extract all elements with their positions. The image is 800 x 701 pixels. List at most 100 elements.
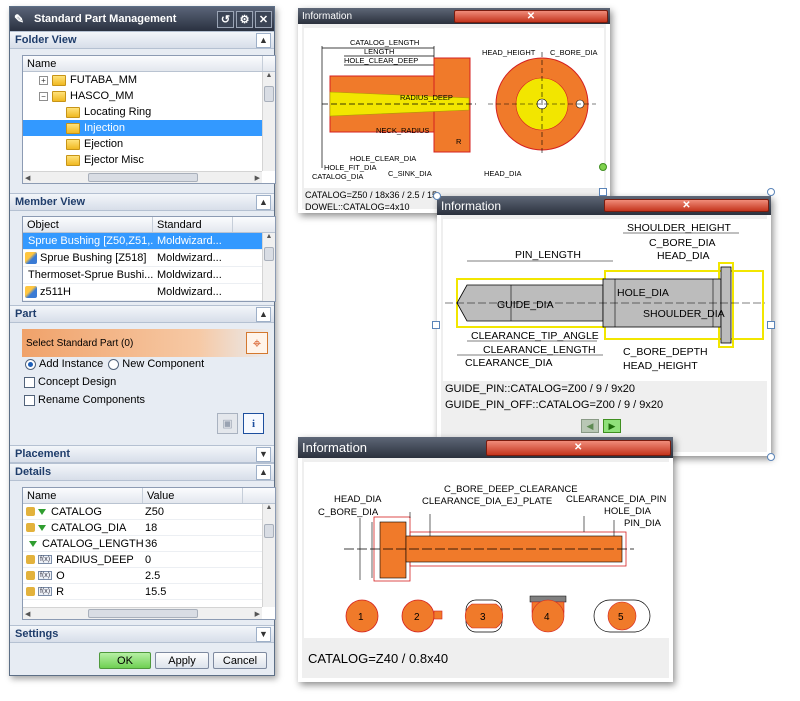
detail-value[interactable]: 36 [143,538,157,550]
tree-item-ejector-misc[interactable]: Ejector Misc [23,152,275,168]
resize-handle[interactable] [767,453,775,461]
scroll-up-icon[interactable]: ▲ [263,504,275,516]
settings-header[interactable]: Settings ▼ [10,625,274,643]
member-row[interactable]: Sprue Bushing [Z50,Z51,... Moldwizard... [23,233,262,250]
column-object[interactable]: Object [23,217,153,232]
detail-row[interactable]: CATALOG_DIA 18 [23,520,275,536]
resize-handle[interactable] [432,321,440,329]
resize-handle[interactable] [599,188,607,196]
new-component-radio[interactable]: New Component [108,358,204,370]
lock-icon[interactable] [26,555,35,564]
lock-icon[interactable] [26,523,35,532]
member-row[interactable]: z511H Moldwizard... [23,284,275,301]
close-icon[interactable]: ✕ [604,199,769,212]
scroll-thumb[interactable] [264,524,274,538]
tree-item-injection[interactable]: Injection [23,120,262,136]
detail-value[interactable]: Z50 [143,506,164,518]
tree-item-locating-ring[interactable]: Locating Ring [23,104,275,120]
detail-row[interactable]: f(x) R 15.5 [23,584,275,600]
close-icon[interactable]: ✕ [255,10,272,28]
placement-header[interactable]: Placement ▼ [10,445,274,463]
details-hscroll[interactable]: ◀ ▶ [23,607,262,619]
detail-name: R [56,585,65,598]
hscroll-thumb[interactable] [87,609,198,618]
part-header[interactable]: Part ▲ [10,305,274,323]
scroll-thumb[interactable] [264,247,274,261]
collapse-icon[interactable]: − [39,91,48,101]
chevron-up-icon[interactable]: ▲ [256,306,271,322]
resize-handle[interactable] [433,192,441,200]
chevron-down-icon[interactable]: ▼ [256,626,271,642]
column-name[interactable]: Name [23,56,263,71]
member-list[interactable]: Object Standard Sprue Bushing [Z50,Z51,.… [22,216,276,302]
resize-handle[interactable] [767,321,775,329]
expression-down-icon [38,508,46,515]
folder-hscroll[interactable]: ◀ ▶ [23,171,262,183]
member-row[interactable]: Thermoset-Sprue Bushi... Moldwizard... [23,267,275,284]
member-row[interactable]: Sprue Bushing [Z518] Moldwizard... [23,250,275,267]
label-hole-clear-dia: HOLE_CLEAR_DIA [350,154,416,163]
rename-components-checkbox[interactable]: Rename Components [24,394,145,406]
apply-button[interactable]: Apply [155,652,209,669]
gear-icon[interactable]: ⚙ [236,10,253,28]
column-value[interactable]: Value [143,488,243,503]
lock-icon[interactable] [26,587,35,596]
folder-vscroll[interactable]: ▲ [262,72,275,171]
close-icon[interactable]: ✕ [485,439,671,456]
crosshair-icon[interactable]: ⌖ [246,332,268,354]
hscroll-thumb[interactable] [87,173,198,182]
detail-value[interactable]: 18 [143,522,157,534]
concept-design-checkbox[interactable]: Concept Design [24,376,116,388]
resize-handle[interactable] [767,188,775,196]
detail-value[interactable]: 2.5 [143,570,160,582]
chevron-up-icon[interactable]: ▲ [256,194,271,210]
detail-row[interactable]: CATALOG_LENGTH 36 [23,536,275,552]
details-vscroll[interactable]: ▲ [262,504,275,607]
scroll-thumb[interactable] [264,86,274,102]
detail-value[interactable]: 0 [143,554,151,566]
scroll-left-icon[interactable]: ◀ [25,174,30,182]
lock-icon[interactable] [26,507,35,516]
tree-item-hasco[interactable]: − HASCO_MM [23,88,275,104]
detail-row[interactable]: CATALOG Z50 [23,504,275,520]
chevron-up-icon[interactable]: ▲ [256,464,271,480]
variant-3-label: 3 [480,612,486,623]
scroll-right-icon[interactable]: ▶ [255,610,260,618]
tree-item-futaba[interactable]: + FUTABA_MM [23,72,275,88]
previous-icon[interactable]: ◀ [581,419,599,433]
add-instance-radio[interactable]: Add Instance [25,358,103,370]
tree-item-label: Injection [84,122,125,134]
member-view-header[interactable]: Member View ▲ [10,193,274,211]
detail-name: RADIUS_DEEP [56,553,134,566]
folder-tree[interactable]: Name + FUTABA_MM − HASCO_MM Locating Ring … [22,55,276,184]
detail-row[interactable]: f(x) O 2.5 [23,568,275,584]
close-icon[interactable]: ✕ [454,9,608,23]
chevron-up-icon[interactable]: ▲ [256,32,271,48]
select-standard-part[interactable]: Select Standard Part (0) ⌖ [22,329,274,357]
detail-value[interactable]: 15.5 [143,586,166,598]
tree-item-label: FUTABA_MM [70,74,138,86]
part-preview-icon[interactable]: ▣ [217,413,238,434]
details-table[interactable]: Name Value CATALOG Z50 CATALOG_DIA 18 CA… [22,487,276,620]
tree-item-ejection[interactable]: Ejection [23,136,275,152]
expand-icon[interactable]: + [39,75,48,85]
cancel-button[interactable]: Cancel [213,652,267,669]
scroll-left-icon[interactable]: ◀ [25,610,30,618]
rotate-handle[interactable] [599,163,607,171]
details-header[interactable]: Details ▲ [10,463,274,481]
scroll-up-icon[interactable]: ▲ [263,72,275,84]
folder-view-header[interactable]: Folder View ▲ [10,31,274,49]
label-clearance-dia-ej-plate: CLEARANCE_DIA_EJ_PLATE [422,496,552,507]
detail-row[interactable]: f(x) RADIUS_DEEP 0 [23,552,275,568]
column-standard[interactable]: Standard [153,217,233,232]
scroll-right-icon[interactable]: ▶ [255,174,260,182]
reset-icon[interactable]: ↺ [217,10,234,28]
lock-icon[interactable] [26,571,35,580]
chevron-down-icon[interactable]: ▼ [256,446,271,462]
info-icon[interactable]: i [243,413,264,434]
ok-button[interactable]: OK [99,652,151,669]
scroll-up-icon[interactable]: ▲ [263,233,275,245]
column-name[interactable]: Name [23,488,143,503]
member-vscroll[interactable]: ▲ [262,233,275,301]
next-icon[interactable]: ▶ [603,419,621,433]
